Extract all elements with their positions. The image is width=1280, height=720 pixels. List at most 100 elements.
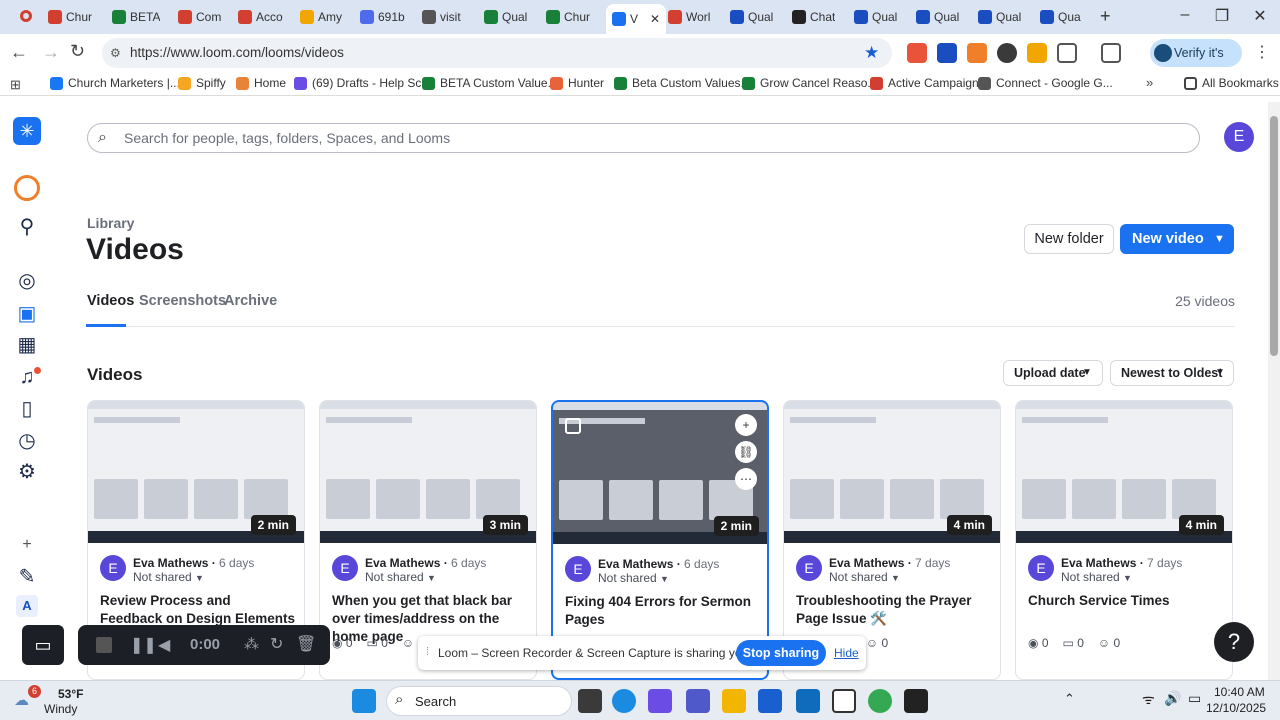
share-status[interactable]: Not shared ▼ (829, 570, 900, 584)
brush-icon[interactable]: ✎ (15, 565, 39, 589)
video-title[interactable]: Review Process and Feedback on Design El… (100, 592, 296, 628)
new-tab-button[interactable]: + (1100, 6, 1111, 27)
author-name[interactable]: Eva Mathews (133, 556, 208, 570)
loom-logo-icon[interactable]: ✳ (13, 117, 41, 145)
browser-tab[interactable]: Worl (668, 5, 710, 29)
extensions-puzzle-icon[interactable] (1057, 43, 1077, 63)
rewind-icon[interactable]: ◀ (158, 635, 170, 655)
video-card[interactable]: 4 min E Eva Mathews · 7 days Not shared ▼ Ch… (1015, 400, 1233, 680)
reload-icon[interactable]: ↻ (70, 41, 85, 62)
clock-date[interactable]: 12/10/2025 (1206, 701, 1266, 715)
drawing-icon[interactable]: ⁂ (244, 635, 259, 653)
file-explorer-icon[interactable] (722, 689, 746, 713)
add-icon[interactable]: + (15, 533, 39, 557)
more-options-icon[interactable]: ⋯ (735, 468, 757, 490)
forward-icon[interactable]: → (42, 42, 60, 63)
volume-icon[interactable]: 🔊 (1164, 690, 1181, 707)
browser-tab[interactable]: Qual (916, 5, 959, 29)
minimize-button[interactable]: – (1175, 6, 1195, 24)
breadcrumb[interactable]: Library (87, 215, 134, 231)
browser-tab[interactable]: Amy (300, 5, 342, 29)
pause-icon[interactable]: ❚❚ (130, 635, 157, 655)
restart-icon[interactable]: ↻ (270, 634, 283, 654)
tray-chevron-icon[interactable]: ⌃ (1064, 691, 1075, 707)
user-avatar[interactable]: E (1224, 122, 1254, 152)
history-icon[interactable]: ◷ (15, 429, 39, 453)
browser-tab[interactable]: BETA (112, 5, 160, 29)
browser-tab[interactable]: Chur (48, 5, 92, 29)
search-input[interactable]: ⌕ Search for people, tags, folders, Spac… (87, 123, 1200, 153)
browser-tab[interactable]: Qual (854, 5, 897, 29)
video-thumbnail[interactable]: 3 min (320, 401, 536, 543)
bookmark-item[interactable]: Active Campaign (870, 76, 979, 90)
select-checkbox[interactable] (565, 418, 581, 434)
bookmark-item[interactable]: Church Marketers |... (50, 76, 180, 90)
share-status[interactable]: Not shared ▼ (365, 570, 436, 584)
video-title[interactable]: Church Service Times (1028, 592, 1224, 610)
author-avatar[interactable]: E (1028, 555, 1054, 581)
maximize-button[interactable]: ❐ (1212, 6, 1232, 26)
teams-icon[interactable] (686, 689, 710, 713)
author-avatar[interactable]: E (796, 555, 822, 581)
library-icon[interactable]: ▣ (15, 302, 39, 326)
extension-icon[interactable] (967, 43, 987, 63)
hide-button[interactable]: Hide (834, 646, 859, 660)
all-bookmarks[interactable]: All Bookmarks (1184, 76, 1279, 90)
verify-profile-button[interactable]: Verify it's you (1150, 39, 1242, 88)
browser-menu-icon[interactable]: ⋮ (1254, 42, 1270, 62)
app-icon[interactable] (904, 689, 928, 713)
extension-icon[interactable] (907, 43, 927, 63)
video-title[interactable]: Fixing 404 Errors for Sermon Pages (565, 593, 761, 629)
extension-icon[interactable] (1027, 43, 1047, 63)
author-name[interactable]: Eva Mathews (1061, 556, 1136, 570)
browser-tab[interactable]: Chur (546, 5, 590, 29)
browser-tab[interactable]: visit (422, 5, 461, 29)
task-view-icon[interactable] (578, 689, 602, 713)
trash-icon[interactable]: 🗑 (296, 634, 316, 654)
share-status[interactable]: Not shared ▼ (598, 571, 669, 585)
side-panel-icon[interactable] (1101, 43, 1121, 63)
browser-tab[interactable]: Com (178, 5, 221, 29)
sort-field-select[interactable]: Upload date ▼ (1003, 360, 1103, 386)
browser-tab[interactable]: Chat (792, 5, 835, 29)
video-title[interactable]: Troubleshooting the Prayer Page Issue 🛠️ (796, 592, 992, 628)
settings-icon[interactable]: ⚙ (15, 460, 39, 484)
add-person-icon[interactable]: + (735, 414, 757, 436)
browser-tab[interactable]: V ✕ (606, 4, 667, 34)
add-member-icon[interactable]: ⚲ (15, 215, 39, 239)
browser-tab[interactable]: Acco (238, 5, 283, 29)
video-thumbnail[interactable]: 4 min (1016, 401, 1232, 543)
site-info-icon[interactable]: ⚙ (110, 38, 121, 68)
battery-icon[interactable]: ▭ (1188, 690, 1201, 707)
share-status[interactable]: Not shared ▼ (133, 570, 204, 584)
author-avatar[interactable]: E (100, 555, 126, 581)
more-bookmarks-icon[interactable]: » (1146, 75, 1153, 90)
stop-record-icon[interactable] (96, 637, 112, 653)
bookmark-item[interactable]: Spiffy (178, 76, 226, 90)
profile-icon[interactable]: ◎ (15, 269, 39, 293)
browser-tab[interactable]: Qua (1040, 5, 1081, 29)
app-a-icon[interactable]: A (16, 595, 38, 617)
browser-tab[interactable]: Qual (978, 5, 1021, 29)
taskbar-search[interactable]: ⌕ Search (386, 686, 572, 716)
star-icon[interactable]: ★ (864, 38, 879, 68)
tab-archive[interactable]: Archive (224, 293, 277, 309)
bookmark-icon[interactable]: ▯ (15, 397, 39, 421)
tab-screenshots[interactable]: Screenshots (139, 293, 226, 309)
copilot-icon[interactable] (648, 689, 672, 713)
author-name[interactable]: Eva Mathews (365, 556, 440, 570)
new-video-button[interactable]: New video ▼ (1120, 224, 1234, 254)
store-icon[interactable] (758, 689, 782, 713)
scrollbar-thumb[interactable] (1270, 116, 1278, 356)
outlook-icon[interactable] (796, 689, 820, 713)
author-name[interactable]: Eva Mathews (598, 557, 673, 571)
tab-videos[interactable]: Videos (87, 293, 134, 309)
bookmark-item[interactable]: Home (236, 76, 286, 90)
calendar-icon[interactable]: ▦ (15, 333, 39, 357)
windows-start-icon[interactable] (352, 689, 376, 713)
back-icon[interactable]: ← (10, 42, 28, 63)
bookmark-item[interactable]: BETA Custom Value... (422, 76, 558, 90)
help-button[interactable]: ? (1214, 622, 1254, 662)
author-name[interactable]: Eva Mathews (829, 556, 904, 570)
edge-icon[interactable] (612, 689, 636, 713)
